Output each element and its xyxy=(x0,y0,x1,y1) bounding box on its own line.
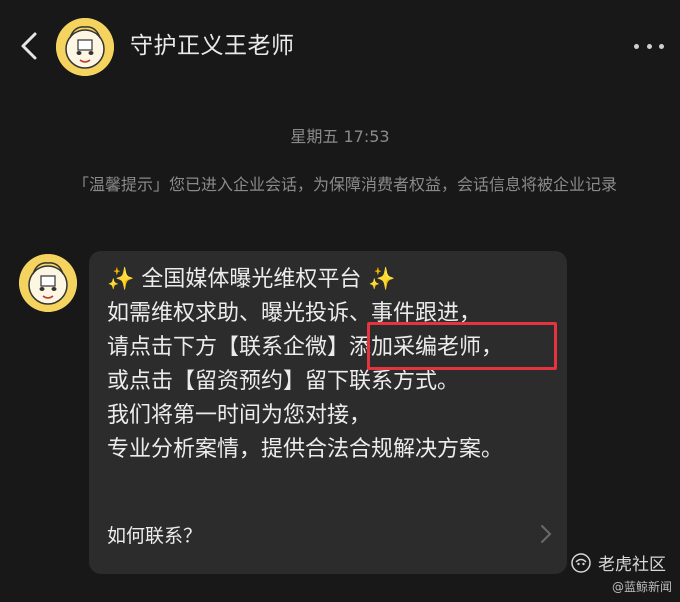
back-button[interactable] xyxy=(14,28,44,64)
more-options-button[interactable] xyxy=(634,36,664,56)
how-to-contact-link[interactable]: 如何联系？ xyxy=(89,509,567,559)
message-line: ✨ 全国媒体曝光维权平台 ✨ xyxy=(107,267,396,292)
sender-avatar[interactable] xyxy=(19,254,77,312)
dot-icon xyxy=(634,43,639,49)
watermark-source: @蓝鲸新闻 xyxy=(611,580,672,594)
watermark-brand-label: 老虎社区 xyxy=(598,555,666,575)
dot-icon xyxy=(659,43,664,49)
message-line: 专业分析案情，提供合法合规解决方案。 xyxy=(107,437,504,462)
chevron-left-icon xyxy=(21,32,37,60)
divider xyxy=(89,500,567,501)
chat-header: 守护正义王老师 xyxy=(0,0,680,92)
dot-icon xyxy=(646,43,652,49)
how-to-contact-label: 如何联系？ xyxy=(107,525,203,547)
watermark-brand: 老虎社区 xyxy=(570,550,666,575)
message-bubble[interactable]: ✨ 全国媒体曝光维权平台 ✨ 如需维权求助、曝光投诉、事件跟进， 请点击下方【联… xyxy=(89,251,567,574)
chevron-right-icon xyxy=(541,525,552,543)
highlight-annotation-box xyxy=(367,322,557,370)
chat-title: 守护正义王老师 xyxy=(130,33,295,59)
system-notice: 「温馨提示」您已进入企业会话，为保障消费者权益，会话信息将被企业记录 xyxy=(72,175,617,194)
lion-logo-icon xyxy=(19,254,77,312)
message-line: 我们将第一时间为您对接， xyxy=(107,403,372,428)
tiger-logo-icon xyxy=(571,552,591,573)
contact-avatar[interactable] xyxy=(56,18,114,76)
message-timestamp: 星期五 17:53 xyxy=(290,127,390,146)
message-line: 或点击【留资预约】留下联系方式。 xyxy=(107,369,460,394)
lion-logo-icon xyxy=(56,18,114,76)
